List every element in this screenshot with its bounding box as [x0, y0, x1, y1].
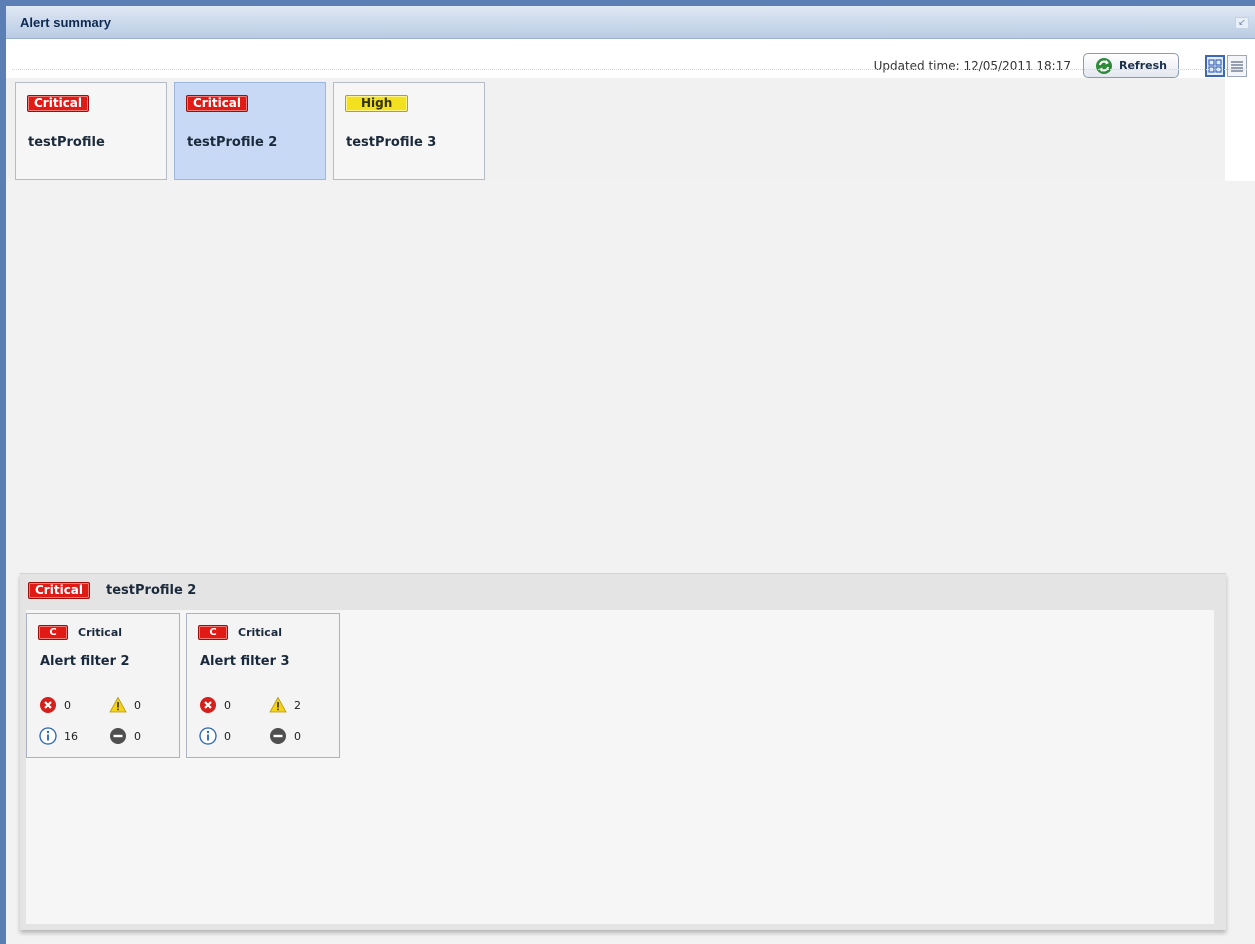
- toolbar: Updated time: 12/05/2011 18:17 Refresh: [6, 39, 1255, 83]
- warning-icon: [109, 696, 127, 713]
- unknown-count: 0: [109, 727, 141, 745]
- updated-time: Updated time: 12/05/2011 18:17: [873, 59, 1071, 73]
- info-icon: [39, 727, 57, 745]
- unknown-count-value: 0: [294, 729, 301, 743]
- view-switcher: [1205, 55, 1247, 77]
- error-count-value: 0: [224, 698, 231, 712]
- title-bar: Alert summary ↙: [6, 6, 1255, 39]
- warning-count-value: 0: [134, 698, 141, 712]
- profile-card[interactable]: High testProfile 3: [333, 82, 485, 180]
- warning-icon: [269, 696, 287, 713]
- info-icon: [199, 727, 217, 745]
- list-view-button[interactable]: [1227, 55, 1247, 77]
- profile-name: testProfile 2: [187, 135, 278, 150]
- profile-card[interactable]: Critical testProfile: [15, 82, 167, 180]
- detail-title: testProfile 2: [106, 583, 197, 598]
- filter-severity: C Critical: [38, 625, 122, 640]
- info-count-value: 16: [64, 729, 78, 743]
- error-icon: [40, 697, 56, 713]
- window-title: Alert summary: [20, 15, 112, 30]
- severity-chip: C: [38, 625, 68, 640]
- unknown-icon: [110, 728, 126, 744]
- refresh-button[interactable]: Refresh: [1083, 53, 1179, 78]
- warning-count: 2: [269, 696, 301, 714]
- severity-badge: Critical: [186, 95, 249, 112]
- info-count-value: 0: [224, 729, 231, 743]
- profile-cards: Critical testProfile Critical testProfil…: [6, 78, 1225, 181]
- unknown-icon: [270, 728, 286, 744]
- restore-icon[interactable]: ↙: [1235, 17, 1249, 29]
- filter-severity: C Critical: [198, 625, 282, 640]
- filter-severity-label: Critical: [238, 626, 283, 639]
- severity-badge: High: [345, 95, 409, 112]
- toolbar-divider: [12, 69, 1247, 70]
- profile-name: testProfile 3: [346, 135, 437, 150]
- filter-name: Alert filter 2: [40, 654, 130, 669]
- warning-count-value: 2: [294, 698, 301, 712]
- warning-count: 0: [109, 696, 141, 714]
- unknown-count-value: 0: [134, 729, 141, 743]
- detail-header: Critical testProfile 2: [28, 582, 196, 599]
- error-count: 0: [39, 696, 71, 714]
- severity-chip: C: [198, 625, 228, 640]
- filter-name: Alert filter 3: [200, 654, 290, 669]
- tile-view-button[interactable]: [1205, 55, 1225, 77]
- error-count: 0: [199, 696, 231, 714]
- error-count-value: 0: [64, 698, 71, 712]
- filter-severity-label: Critical: [78, 626, 123, 639]
- tile-view-icon: [1208, 59, 1222, 73]
- profile-detail-panel: Critical testProfile 2 C Critical Alert …: [20, 573, 1226, 930]
- error-icon: [200, 697, 216, 713]
- refresh-label: Refresh: [1119, 59, 1167, 72]
- info-count: 0: [199, 727, 231, 745]
- alert-filter-card[interactable]: C Critical Alert filter 3 0 2 0 0: [186, 613, 340, 758]
- profile-name: testProfile: [28, 135, 105, 150]
- unknown-count: 0: [269, 727, 301, 745]
- info-count: 16: [39, 727, 78, 745]
- severity-badge: Critical: [27, 95, 90, 112]
- refresh-icon: [1096, 57, 1112, 74]
- detail-body: C Critical Alert filter 2 0 0 16 0 C Cri…: [26, 610, 1214, 924]
- alert-filter-card[interactable]: C Critical Alert filter 2 0 0 16 0: [26, 613, 180, 758]
- profile-card-selected[interactable]: Critical testProfile 2: [174, 82, 326, 180]
- list-view-icon: [1231, 61, 1243, 72]
- detail-severity-badge: Critical: [28, 582, 91, 599]
